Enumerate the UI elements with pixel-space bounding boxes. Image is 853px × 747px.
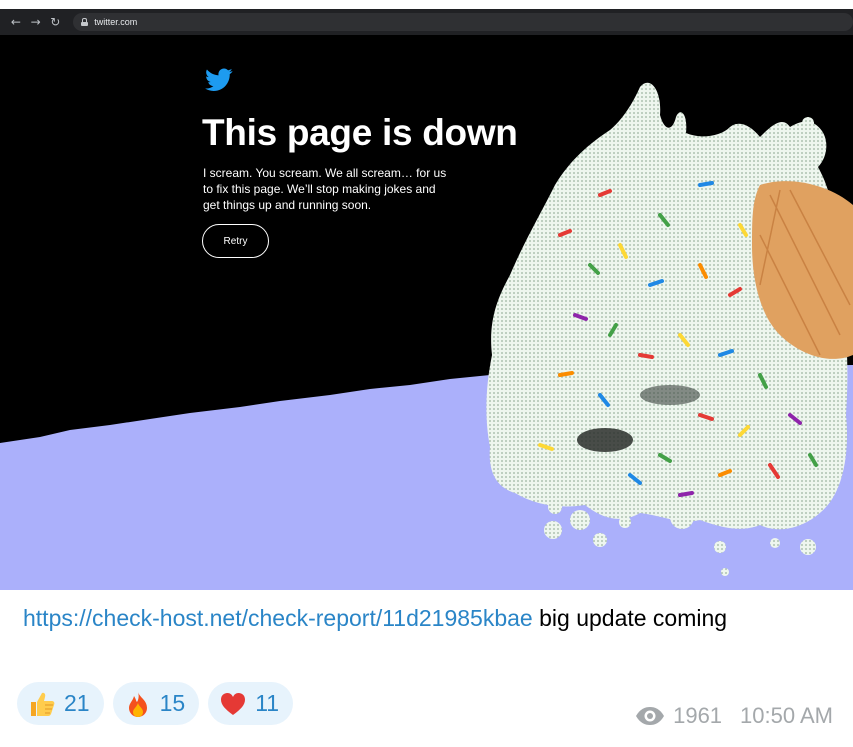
error-page: This page is down I scream. You scream. … [0, 35, 853, 590]
reaction-count: 21 [64, 690, 90, 716]
forward-arrow-icon[interactable]: → [26, 15, 46, 29]
message-link[interactable]: https://check-host.net/check-report/11d2… [23, 605, 533, 631]
reaction-red-heart[interactable]: 11 [208, 682, 294, 725]
error-message: I scream. You scream. We all scream… for… [203, 166, 447, 212]
reaction-fire[interactable]: 15 [112, 682, 200, 725]
thumbs-up-icon [31, 692, 55, 716]
reload-icon[interactable]: ↻ [45, 15, 65, 29]
post-image[interactable]: ← → ↻ twitter.com This page is down I sc… [0, 0, 853, 590]
twitter-bird-icon [205, 68, 233, 91]
eye-icon [636, 707, 665, 725]
reaction-count: 11 [255, 690, 280, 716]
url-text: twitter.com [94, 17, 138, 27]
message-text: https://check-host.net/check-report/11d2… [23, 600, 833, 637]
reactions-bar: 21 15 11 [17, 682, 294, 725]
retry-button[interactable]: Retry [202, 224, 269, 258]
view-count: 1961 [673, 703, 723, 728]
message-time: 10:50 AM [740, 703, 833, 728]
red-heart-icon [221, 692, 246, 715]
lock-icon [81, 18, 89, 26]
reaction-count: 15 [159, 690, 186, 716]
message-meta: 1961 10:50 AM [635, 703, 833, 729]
message-body: big update coming [532, 605, 728, 631]
reaction-thumbs-up[interactable]: 21 [17, 682, 104, 725]
address-bar[interactable]: twitter.com [73, 13, 853, 31]
browser-toolbar: ← → ↻ twitter.com [0, 9, 853, 35]
fire-icon [128, 691, 147, 717]
error-headline: This page is down [202, 112, 518, 153]
back-arrow-icon[interactable]: ← [6, 15, 26, 29]
